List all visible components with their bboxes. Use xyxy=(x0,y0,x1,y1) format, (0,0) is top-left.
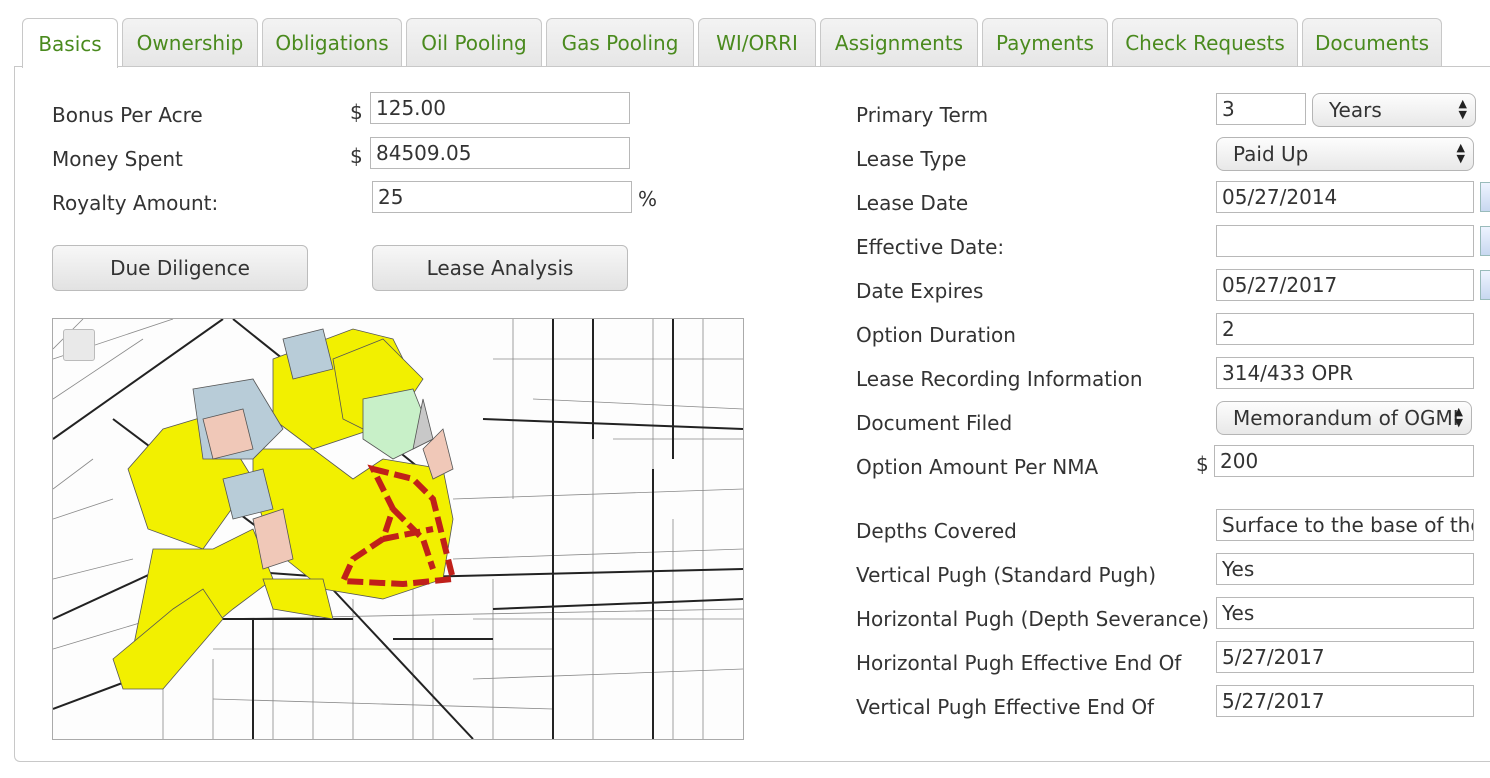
money-spent-label: Money Spent xyxy=(52,147,183,171)
tab-oil-pooling[interactable]: Oil Pooling xyxy=(406,18,542,66)
vertical-pugh-label: Vertical Pugh (Standard Pugh) xyxy=(856,563,1157,587)
document-filed-value: Memorandum of OGMI xyxy=(1233,406,1459,430)
option-amount-input[interactable]: 200 xyxy=(1214,445,1474,477)
tab-assignments[interactable]: Assignments xyxy=(820,18,978,66)
royalty-percent-unit: % xyxy=(638,187,658,211)
due-diligence-button[interactable]: Due Diligence xyxy=(52,245,308,291)
option-duration-input[interactable]: 2 xyxy=(1216,313,1474,345)
option-duration-label: Option Duration xyxy=(856,323,1016,347)
effective-date-input[interactable] xyxy=(1216,225,1474,257)
bonus-currency-symbol: $ xyxy=(350,100,363,124)
vertical-pugh-end-input[interactable]: 5/27/2017 xyxy=(1216,685,1474,717)
lease-type-select[interactable]: Paid Up ▲ ▼ xyxy=(1216,137,1474,171)
money-spent-input[interactable]: 84509.05 xyxy=(370,137,630,169)
primary-term-label: Primary Term xyxy=(856,103,989,127)
select-arrows-icon: ▲ ▼ xyxy=(1458,97,1467,121)
horizontal-pugh-input[interactable]: Yes xyxy=(1216,597,1474,629)
lease-date-label: Lease Date xyxy=(856,191,969,215)
tab-ownership[interactable]: Ownership xyxy=(122,18,258,66)
tab-basics[interactable]: Basics xyxy=(22,18,118,68)
tab-payments[interactable]: Payments xyxy=(982,18,1108,66)
select-arrows-icon: ▲ ▼ xyxy=(1454,405,1463,429)
royalty-amount-input[interactable]: 25 xyxy=(372,181,632,213)
depths-covered-input[interactable]: Surface to the base of the xyxy=(1216,509,1474,541)
parcel-map-graphic xyxy=(53,319,743,739)
option-amount-currency-symbol: $ xyxy=(1196,452,1209,476)
option-amount-label: Option Amount Per NMA xyxy=(856,455,1099,479)
document-filed-select[interactable]: Memorandum of OGMI ▲ ▼ xyxy=(1216,401,1472,435)
tab-obligations[interactable]: Obligations xyxy=(262,18,402,66)
lease-analysis-button[interactable]: Lease Analysis xyxy=(372,245,628,291)
tab-check-requests[interactable]: Check Requests xyxy=(1112,18,1298,66)
effective-date-label: Effective Date: xyxy=(856,235,1005,259)
tab-gas-pooling[interactable]: Gas Pooling xyxy=(546,18,694,66)
vertical-pugh-input[interactable]: Yes xyxy=(1216,553,1474,585)
calendar-icon[interactable] xyxy=(1480,226,1490,256)
date-expires-input[interactable]: 05/27/2017 xyxy=(1216,269,1474,301)
lease-recording-label: Lease Recording Information xyxy=(856,367,1143,391)
calendar-icon[interactable] xyxy=(1480,182,1490,212)
primary-term-unit-value: Years xyxy=(1329,98,1382,122)
map-expand-icon[interactable] xyxy=(63,329,95,361)
primary-term-unit-select[interactable]: Years ▲ ▼ xyxy=(1312,93,1476,127)
royalty-amount-label: Royalty Amount: xyxy=(52,191,219,215)
select-arrows-icon: ▲ ▼ xyxy=(1456,141,1465,165)
lease-date-input[interactable]: 05/27/2014 xyxy=(1216,181,1474,213)
tab-wi-orri[interactable]: WI/ORRI xyxy=(698,18,816,66)
primary-term-input[interactable]: 3 xyxy=(1216,93,1306,125)
depths-covered-label: Depths Covered xyxy=(856,519,1017,543)
vertical-pugh-end-label: Vertical Pugh Effective End Of xyxy=(856,695,1155,719)
bonus-per-acre-label: Bonus Per Acre xyxy=(52,103,203,127)
tab-documents[interactable]: Documents xyxy=(1302,18,1442,66)
horizontal-pugh-label: Horizontal Pugh (Depth Severance) xyxy=(856,607,1210,631)
horizontal-pugh-end-input[interactable]: 5/27/2017 xyxy=(1216,641,1474,673)
lease-type-value: Paid Up xyxy=(1233,142,1309,166)
date-expires-label: Date Expires xyxy=(856,279,984,303)
horizontal-pugh-end-label: Horizontal Pugh Effective End Of xyxy=(856,651,1182,675)
lease-map[interactable] xyxy=(52,318,744,740)
lease-recording-input[interactable]: 314/433 OPR xyxy=(1216,357,1474,389)
calendar-icon[interactable] xyxy=(1480,270,1490,300)
bonus-per-acre-input[interactable]: 125.00 xyxy=(370,92,630,124)
money-currency-symbol: $ xyxy=(350,144,363,168)
lease-type-label: Lease Type xyxy=(856,147,967,171)
document-filed-label: Document Filed xyxy=(856,411,1013,435)
